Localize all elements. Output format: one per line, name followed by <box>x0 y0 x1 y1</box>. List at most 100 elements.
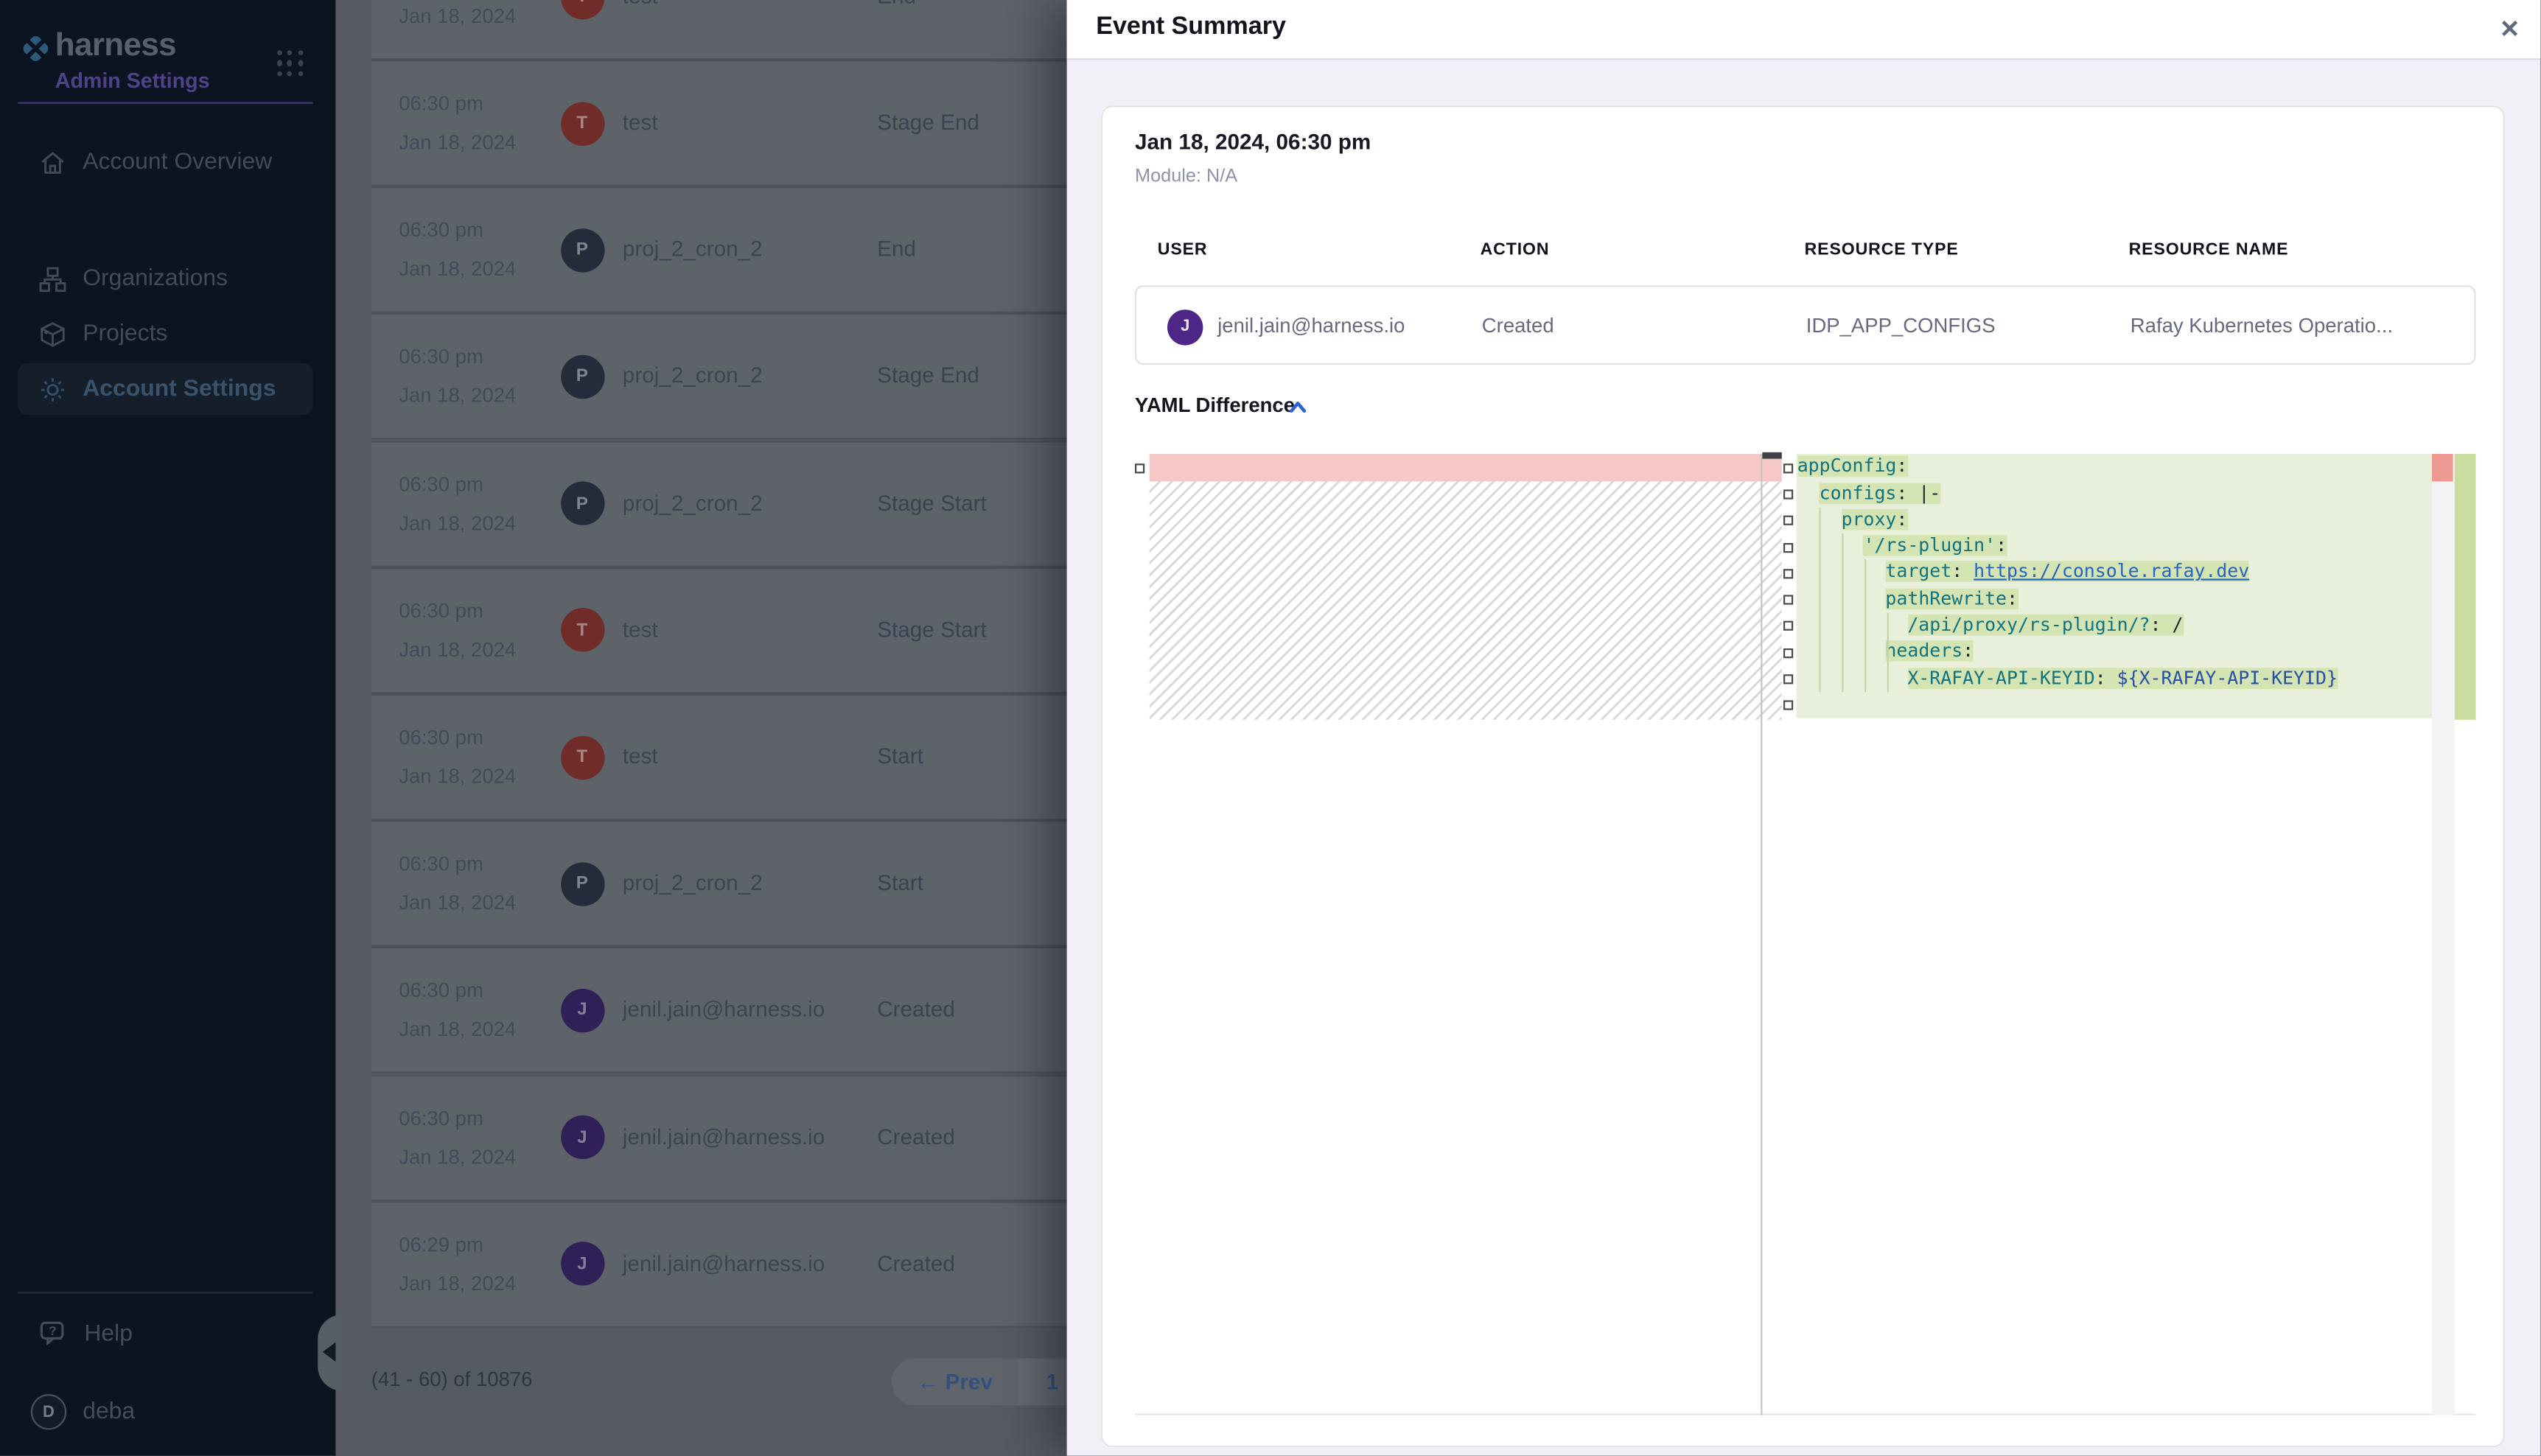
row-time: 06:30 pm <box>399 980 483 1003</box>
pagination-controls: ← Prev 1 <box>892 1359 1086 1406</box>
indent-guide <box>1842 533 1843 692</box>
row-date: Jan 18, 2024 <box>399 1018 516 1041</box>
row-date: Jan 18, 2024 <box>399 765 516 788</box>
row-date: Jan 18, 2024 <box>399 5 516 28</box>
sidebar-item-account-overview[interactable]: Account Overview <box>18 139 312 185</box>
column-header: RESOURCE NAME <box>2129 240 2289 259</box>
row-name: proj_2_cron_2 <box>623 364 763 388</box>
row-time: 06:29 pm <box>399 1233 483 1256</box>
user-name: deba <box>83 1399 135 1425</box>
diff-line-marker <box>1783 622 1793 631</box>
row-avatar: T <box>560 609 604 652</box>
row-date: Jan 18, 2024 <box>399 258 516 281</box>
row-action: Stage Start <box>877 491 987 515</box>
column-header: ACTION <box>1481 240 1550 259</box>
overview-removed-mark <box>2431 455 2453 481</box>
row-name: test <box>623 617 658 642</box>
code-line: appConfig: <box>1796 455 2431 481</box>
row-action: Stage End <box>877 364 979 388</box>
app-switcher-grid-icon[interactable] <box>277 50 303 76</box>
close-icon[interactable]: ✕ <box>2496 11 2523 46</box>
yaml-difference-label: YAML Difference <box>1135 394 1295 417</box>
row-avatar: J <box>560 1116 604 1159</box>
row-avatar: P <box>560 482 604 525</box>
prev-arrow-icon: ← <box>918 1370 940 1394</box>
row-action: Created <box>877 998 955 1022</box>
row-date: Jan 18, 2024 <box>399 892 516 914</box>
sidebar-item-account-settings[interactable]: Account Settings <box>18 363 312 415</box>
diff-line-marker <box>1783 595 1793 605</box>
row-date: Jan 18, 2024 <box>399 638 516 661</box>
column-header: RESOURCE TYPE <box>1805 240 1959 259</box>
code-line: X-RAFAY-API-KEYID: ${X-RAFAY-API-KEYID} <box>1796 665 2431 692</box>
row-action: End <box>877 237 916 262</box>
code-line: target: https://console.rafay.dev <box>1796 560 2431 587</box>
prev-label: Prev <box>946 1370 993 1394</box>
row-avatar: T <box>560 102 604 145</box>
sidebar-item-label: Organizations <box>83 266 228 292</box>
indent-guide <box>1820 507 1821 692</box>
diff-line-marker <box>1783 542 1793 552</box>
row-avatar: J <box>560 1242 604 1286</box>
diff-line-marker <box>1135 463 1144 473</box>
sidebar: harness Admin Settings Account Overview O… <box>0 0 335 1456</box>
row-action: Start <box>877 871 923 895</box>
row-name: jenil.jain@harness.io <box>623 998 825 1022</box>
row-avatar: J <box>560 989 604 1032</box>
diff-scrollbar-thumb[interactable] <box>1761 452 1780 458</box>
row-action: Created <box>877 1251 955 1275</box>
sidebar-item-projects[interactable]: Projects <box>18 311 312 357</box>
drawer-header: Event Summary ✕ <box>1067 0 2541 59</box>
sidebar-divider <box>18 102 312 104</box>
code-line: configs: |- <box>1796 481 2431 508</box>
prev-page-button[interactable]: ← Prev <box>892 1359 1018 1406</box>
indent-guide <box>1864 560 1866 692</box>
sidebar-item-organizations[interactable]: Organizations <box>18 256 312 302</box>
row-date: Jan 18, 2024 <box>399 1146 516 1169</box>
yaml-diff-viewer: appConfig: configs: |- proxy: '/rs-plugi… <box>1135 455 2475 1415</box>
row-name: proj_2_cron_2 <box>623 237 763 262</box>
code-link[interactable]: https://console.rafay.dev <box>1974 561 2249 583</box>
module-subtitle: Admin Settings <box>55 68 210 92</box>
record-user-avatar: J <box>1167 309 1203 344</box>
event-record-row: J jenil.jain@harness.io Created IDP_APP_… <box>1135 285 2475 365</box>
chevron-up-icon[interactable] <box>1287 397 1309 419</box>
page: harness Admin Settings Account Overview O… <box>0 0 2541 1456</box>
column-header: USER <box>1158 240 1208 259</box>
record-resource-name: Rafay Kubernetes Operatio... <box>2131 315 2393 337</box>
row-date: Jan 18, 2024 <box>399 1273 516 1295</box>
event-timestamp: Jan 18, 2024, 06:30 pm <box>1135 129 1371 153</box>
row-avatar: P <box>560 862 604 906</box>
row-action: Created <box>877 1124 955 1149</box>
sidebar-item-label: Account Settings <box>83 376 276 402</box>
diff-line-marker <box>1783 701 1793 710</box>
cube-icon <box>39 321 66 348</box>
diff-line-marker <box>1783 489 1793 499</box>
app-logo-text: harness <box>55 27 176 65</box>
help-label: Help <box>84 1321 133 1347</box>
row-name: jenil.jain@harness.io <box>623 1124 825 1149</box>
diff-line-marker <box>1783 674 1793 684</box>
row-action: Start <box>877 744 923 769</box>
code-line: '/rs-plugin': <box>1796 533 2431 560</box>
sidebar-item-label: Account Overview <box>83 149 272 175</box>
indent-guide <box>1887 613 1888 693</box>
collapse-left-icon <box>323 1343 336 1362</box>
row-name: test <box>623 0 658 8</box>
row-time: 06:30 pm <box>399 473 483 496</box>
code-line: headers: <box>1796 640 2431 666</box>
sidebar-item-help[interactable]: ? Help <box>18 1312 312 1357</box>
org-chart-icon <box>39 265 66 293</box>
home-icon <box>39 148 66 175</box>
row-time: 06:30 pm <box>399 727 483 749</box>
drawer-title: Event Summary <box>1096 13 1286 43</box>
event-summary-drawer: Event Summary ✕ Jan 18, 2024, 06:30 pm M… <box>1067 0 2541 1456</box>
diff-line-marker <box>1783 648 1793 658</box>
row-name: jenil.jain@harness.io <box>623 1251 825 1275</box>
row-date: Jan 18, 2024 <box>399 511 516 534</box>
row-date: Jan 18, 2024 <box>399 385 516 407</box>
row-time: 06:30 pm <box>399 853 483 876</box>
sidebar-user[interactable]: D deba <box>18 1387 312 1436</box>
diff-filler-hatch <box>1149 481 1783 719</box>
code-line <box>1796 692 2431 718</box>
